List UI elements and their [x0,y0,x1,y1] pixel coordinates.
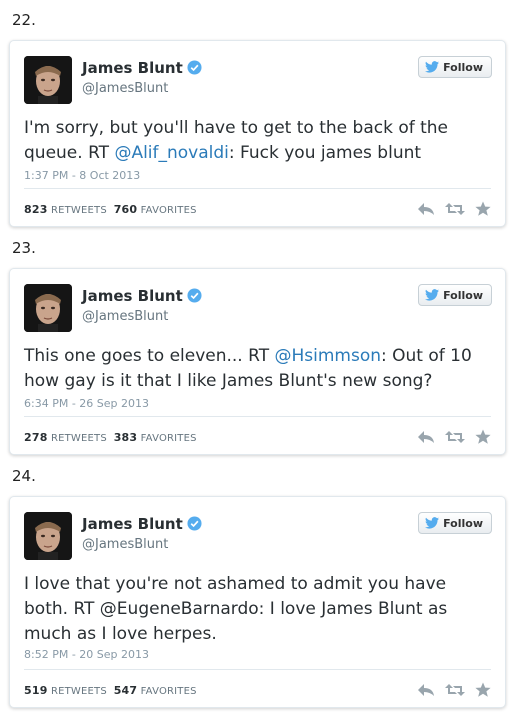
twitter-bird-icon [425,61,440,73]
retweet-icon[interactable] [445,202,465,216]
display-name[interactable]: James Blunt [82,287,202,305]
display-name[interactable]: James Blunt [82,515,202,533]
verified-badge-icon [187,60,202,75]
mention-link[interactable]: @Hsimmson [274,346,381,366]
retweet-count[interactable]: 519 [24,684,48,697]
avatar[interactable] [24,512,72,560]
avatar[interactable] [24,56,72,104]
follow-button[interactable]: Follow [418,512,492,534]
favorite-count[interactable]: 547 [114,684,138,697]
tweet-stats: 278 RETWEETS 383 FAVORITES [24,431,197,444]
divider [24,188,491,189]
retweet-icon[interactable] [445,430,465,444]
follow-button[interactable]: Follow [418,284,492,306]
favorite-icon[interactable] [475,201,491,217]
tweet-text: This one goes to eleven... RT @Hsimmson:… [24,346,472,391]
list-number: 23. [12,239,36,257]
retweet-icon[interactable] [445,683,465,697]
user-handle[interactable]: @JamesBlunt [82,309,168,324]
avatar[interactable] [24,284,72,332]
divider [24,416,491,417]
favorite-count[interactable]: 760 [114,203,138,216]
tweet-stats: 519 RETWEETS 547 FAVORITES [24,684,197,697]
retweet-count[interactable]: 823 [24,203,48,216]
reply-icon[interactable] [417,683,435,697]
favorite-icon[interactable] [475,682,491,698]
display-name[interactable]: James Blunt [82,59,202,77]
follow-button[interactable]: Follow [418,56,492,78]
tweet-card: James Blunt @JamesBlunt Follow I'm sorry… [9,40,506,227]
twitter-bird-icon [425,289,440,301]
tweet-stats: 823 RETWEETS 760 FAVORITES [24,203,197,216]
tweet-card: James Blunt @JamesBlunt Follow I love th… [9,496,506,708]
tweet-text: I'm sorry, but you'll have to get to the… [24,118,449,163]
tweet-text: I love that you're not ashamed to admit … [24,574,448,644]
verified-badge-icon [187,516,202,531]
verified-badge-icon [187,288,202,303]
favorite-count[interactable]: 383 [114,431,138,444]
mention-link[interactable]: @Alif_novaldi [114,143,228,163]
tweet-actions [417,682,491,698]
reply-icon[interactable] [417,202,435,216]
retweet-count[interactable]: 278 [24,431,48,444]
favorite-icon[interactable] [475,429,491,445]
user-handle[interactable]: @JamesBlunt [82,537,168,552]
tweet-actions [417,201,491,217]
reply-icon[interactable] [417,430,435,444]
tweet-actions [417,429,491,445]
list-number: 22. [12,11,36,29]
tweet-card: James Blunt @JamesBlunt Follow This one … [9,268,506,455]
divider [24,669,491,670]
user-handle[interactable]: @JamesBlunt [82,81,168,96]
tweet-timestamp[interactable]: 8:52 PM - 20 Sep 2013 [24,648,149,661]
tweet-timestamp[interactable]: 1:37 PM - 8 Oct 2013 [24,169,140,182]
list-number: 24. [12,467,36,485]
tweet-timestamp[interactable]: 6:34 PM - 26 Sep 2013 [24,397,149,410]
twitter-bird-icon [425,517,440,529]
